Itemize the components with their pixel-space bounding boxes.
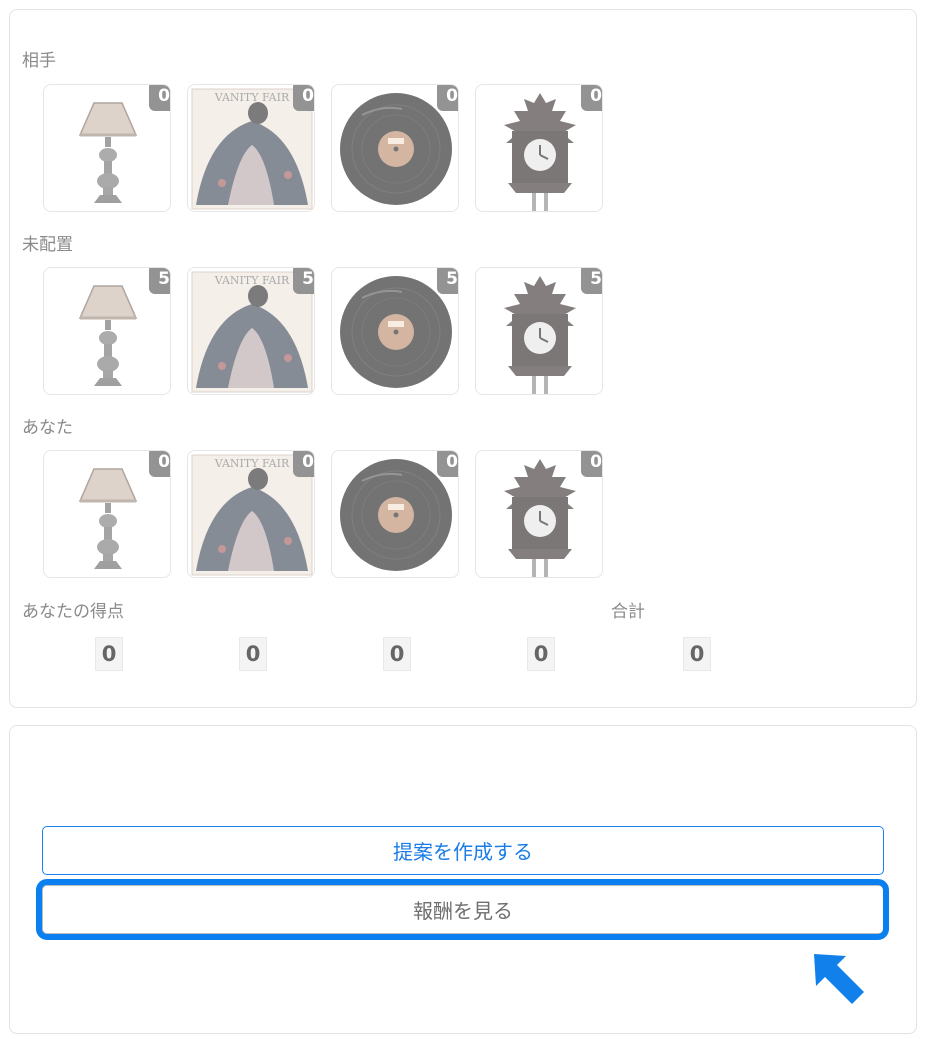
view-rewards-button[interactable]: 報酬を見る	[42, 885, 884, 934]
item-tile-clock[interactable]: 5	[475, 267, 603, 395]
item-count-badge: 5	[293, 268, 314, 294]
item-tile-record[interactable]: 0	[331, 84, 459, 212]
opponent-section-label: 相手	[22, 51, 56, 71]
item-count-badge: 5	[437, 268, 458, 294]
poster-text: VANITY FAIR	[214, 91, 290, 104]
item-tile-poster[interactable]: VANITY FAIR 0	[187, 84, 315, 212]
item-count-badge: 5	[149, 268, 170, 294]
score-value-clock: 0	[527, 637, 555, 671]
item-count-badge: 5	[581, 268, 602, 294]
item-count-badge: 0	[293, 85, 314, 111]
item-tile-record[interactable]: 0	[331, 450, 459, 578]
unplaced-items-row: 5 VANITY FAIR 5 5 5	[43, 267, 643, 395]
poster-text: VANITY FAIR	[214, 457, 290, 470]
item-tile-poster[interactable]: VANITY FAIR 0	[187, 450, 315, 578]
you-section-label: あなた	[22, 418, 73, 438]
item-tile-poster[interactable]: VANITY FAIR 5	[187, 267, 315, 395]
actions-panel	[9, 725, 917, 1034]
score-total-value: 0	[683, 637, 711, 671]
score-value-poster: 0	[239, 637, 267, 671]
item-count-badge: 0	[149, 451, 170, 477]
your-score-label: あなたの得点	[22, 602, 124, 622]
score-value-record: 0	[383, 637, 411, 671]
item-count-badge: 0	[437, 85, 458, 111]
you-items-row: 0 VANITY FAIR 0 0 0	[43, 450, 643, 578]
opponent-items-row: 0 VANITY FAIR 0 0 0	[43, 84, 643, 212]
item-count-badge: 0	[437, 451, 458, 477]
item-tile-lamp[interactable]: 5	[43, 267, 171, 395]
poster-text: VANITY FAIR	[214, 274, 290, 287]
item-count-badge: 0	[581, 451, 602, 477]
item-count-badge: 0	[293, 451, 314, 477]
item-tile-lamp[interactable]: 0	[43, 450, 171, 578]
unplaced-section-label: 未配置	[22, 235, 73, 255]
pointer-arrow-icon	[814, 954, 864, 1004]
item-tile-clock[interactable]: 0	[475, 84, 603, 212]
item-tile-clock[interactable]: 0	[475, 450, 603, 578]
item-count-badge: 0	[149, 85, 170, 111]
score-value-lamp: 0	[95, 637, 123, 671]
item-tile-lamp[interactable]: 0	[43, 84, 171, 212]
item-tile-record[interactable]: 5	[331, 267, 459, 395]
total-label: 合計	[611, 602, 645, 622]
create-offer-button[interactable]: 提案を作成する	[42, 826, 884, 875]
item-count-badge: 0	[581, 85, 602, 111]
